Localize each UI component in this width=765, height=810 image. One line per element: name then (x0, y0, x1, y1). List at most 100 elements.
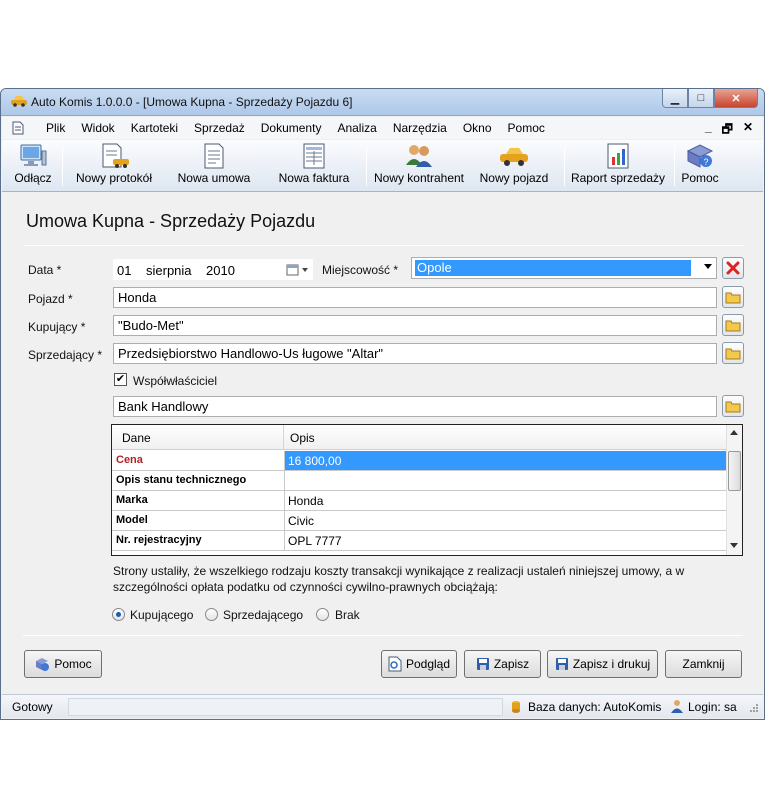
menu-dokumenty[interactable]: Dokumenty (253, 121, 330, 135)
radio-seller[interactable] (205, 608, 218, 621)
preview-button[interactable]: Podgląd (381, 650, 457, 678)
coowner-browse-button[interactable] (722, 395, 744, 417)
menu-plik[interactable]: Plik (38, 121, 73, 135)
maximize-button[interactable]: □ (688, 89, 714, 108)
date-label: Data * (28, 263, 62, 277)
divider (24, 245, 744, 246)
grid-scrollbar[interactable] (726, 425, 742, 555)
scroll-thumb[interactable] (728, 451, 741, 491)
new-contract-label: Nowa umowa (177, 171, 251, 185)
help-toolbar-button[interactable]: ? Pomoc (678, 143, 722, 189)
help-book-icon: ? (686, 144, 714, 168)
menu-narzedzia[interactable]: Narzędzia (385, 121, 455, 135)
mdi-restore-button[interactable]: 🗗 (722, 120, 733, 141)
row-name: Model (116, 514, 148, 526)
resize-grip-icon[interactable] (749, 703, 759, 713)
save-print-button[interactable]: Zapisz i drukuj (547, 650, 658, 678)
scroll-up-icon[interactable] (730, 429, 738, 435)
folder-icon (725, 320, 741, 331)
menu-analiza[interactable]: Analiza (329, 121, 384, 135)
contractor-icon (406, 145, 432, 167)
clear-button[interactable] (722, 257, 744, 279)
app-window: Auto Komis 1.0.0.0 - [Umowa Kupna - Sprz… (0, 88, 765, 720)
row-value[interactable]: Honda (284, 491, 726, 510)
save-button[interactable]: Zapisz (464, 650, 541, 678)
title-bar: Auto Komis 1.0.0.0 - [Umowa Kupna - Sprz… (1, 89, 764, 116)
new-invoice-button[interactable]: Nowa faktura (274, 143, 354, 189)
new-contract-button[interactable]: Nowa umowa (172, 143, 256, 189)
disconnect-label: Odłącz (14, 171, 52, 185)
folder-icon (725, 292, 741, 303)
table-row[interactable]: Model Civic (112, 511, 726, 531)
report-icon (607, 143, 629, 169)
vehicle-label: Pojazd * (28, 292, 73, 306)
menu-okno[interactable]: Okno (455, 121, 500, 135)
menu-widok[interactable]: Widok (73, 121, 122, 135)
row-name: Nr. rejestracyjny (116, 534, 202, 546)
disconnect-button[interactable]: Odłącz (8, 143, 58, 189)
table-row[interactable]: Cena 16 800,00 (112, 451, 726, 471)
help-toolbar-label: Pomoc (681, 171, 719, 185)
contract-icon (204, 143, 224, 169)
close-button[interactable]: Zamknij (665, 650, 742, 678)
minimize-button[interactable]: ▁ (662, 89, 688, 108)
radio-buyer-label: Kupującego (130, 608, 194, 622)
new-vehicle-button[interactable]: Nowy pojazd (476, 143, 552, 189)
row-value[interactable] (284, 471, 726, 490)
seller-field[interactable]: Przedsiębiorstwo Handlowo-Us ługowe "Alt… (113, 343, 717, 364)
table-row[interactable]: Marka Honda (112, 491, 726, 511)
menu-kartoteki[interactable]: Kartoteki (123, 121, 186, 135)
sales-report-button[interactable]: Raport sprzedaży (570, 143, 666, 189)
costs-text: Strony ustaliły, że wszelkiego rodzaju k… (113, 563, 713, 595)
city-label: Miejscowość * (322, 263, 399, 277)
row-value[interactable]: OPL 7777 (284, 531, 726, 550)
scroll-down-icon[interactable] (730, 543, 738, 549)
costs-text-line1: Strony ustaliły, że wszelkiego rodzaju k… (113, 564, 685, 578)
date-year: 2010 (206, 263, 235, 278)
table-row[interactable]: Nr. rejestracyjny OPL 7777 (112, 531, 726, 551)
page-title: Umowa Kupna - Sprzedaży Pojazdu (26, 211, 316, 231)
coowner-field[interactable]: Bank Handlowy (113, 396, 717, 417)
coowner-checkbox[interactable]: ✔ (114, 373, 127, 386)
grid-header-dane[interactable]: Dane (122, 431, 151, 445)
svg-text:?: ? (703, 157, 708, 167)
grid-header-opis[interactable]: Opis (290, 431, 315, 445)
menu-bar: Plik Widok Kartoteki Sprzedaż Dokumenty … (2, 117, 763, 139)
help-button[interactable]: Pomoc (24, 650, 102, 678)
radio-none[interactable] (316, 608, 329, 621)
seller-browse-button[interactable] (722, 342, 744, 364)
menu-pomoc[interactable]: Pomoc (500, 121, 553, 135)
table-row[interactable]: Opis stanu technicznego (112, 471, 726, 491)
city-combobox[interactable]: Opole (411, 257, 717, 279)
vehicle-browse-button[interactable] (722, 286, 744, 308)
status-panel (68, 698, 503, 716)
document-icon (12, 121, 24, 135)
buyer-field[interactable]: "Budo-Met" (113, 315, 717, 336)
data-grid[interactable]: Dane Opis Cena 16 800,00 Opis stanu tech… (111, 424, 743, 556)
radio-buyer[interactable] (112, 608, 125, 621)
help-icon (36, 658, 50, 671)
date-day: 01 (117, 263, 132, 278)
close-window-button[interactable]: ✕ (714, 89, 758, 108)
chevron-down-icon (704, 264, 712, 269)
mdi-minimize-button[interactable]: _ (705, 120, 712, 141)
toolbar: Odłącz Nowy protokół Nowa umowa Nowa fak… (2, 140, 763, 192)
preview-icon (388, 656, 402, 672)
buyer-browse-button[interactable] (722, 314, 744, 336)
row-value[interactable]: 16 800,00 (284, 451, 726, 470)
vehicle-field[interactable]: Honda (113, 287, 717, 308)
new-protocol-button[interactable]: Nowy protokół (70, 143, 158, 189)
date-picker[interactable]: 01 sierpnia 2010 (113, 259, 313, 280)
grid-header: Dane Opis (112, 425, 726, 450)
computer-icon (20, 144, 47, 166)
calendar-dropdown-icon (286, 264, 308, 276)
preview-button-label: Podgląd (405, 657, 451, 671)
menu-sprzedaz[interactable]: Sprzedaż (186, 121, 253, 135)
status-ready: Gotowy (12, 700, 53, 714)
sales-report-label: Raport sprzedaży (570, 171, 666, 185)
mdi-close-button[interactable]: ✕ (743, 120, 753, 141)
costs-text-line2: szczególności opłata podatku od czynnośc… (113, 580, 498, 594)
row-value[interactable]: Civic (284, 511, 726, 530)
new-contractor-button[interactable]: Nowy kontrahent (370, 143, 468, 189)
status-login: Login: sa (688, 700, 737, 714)
